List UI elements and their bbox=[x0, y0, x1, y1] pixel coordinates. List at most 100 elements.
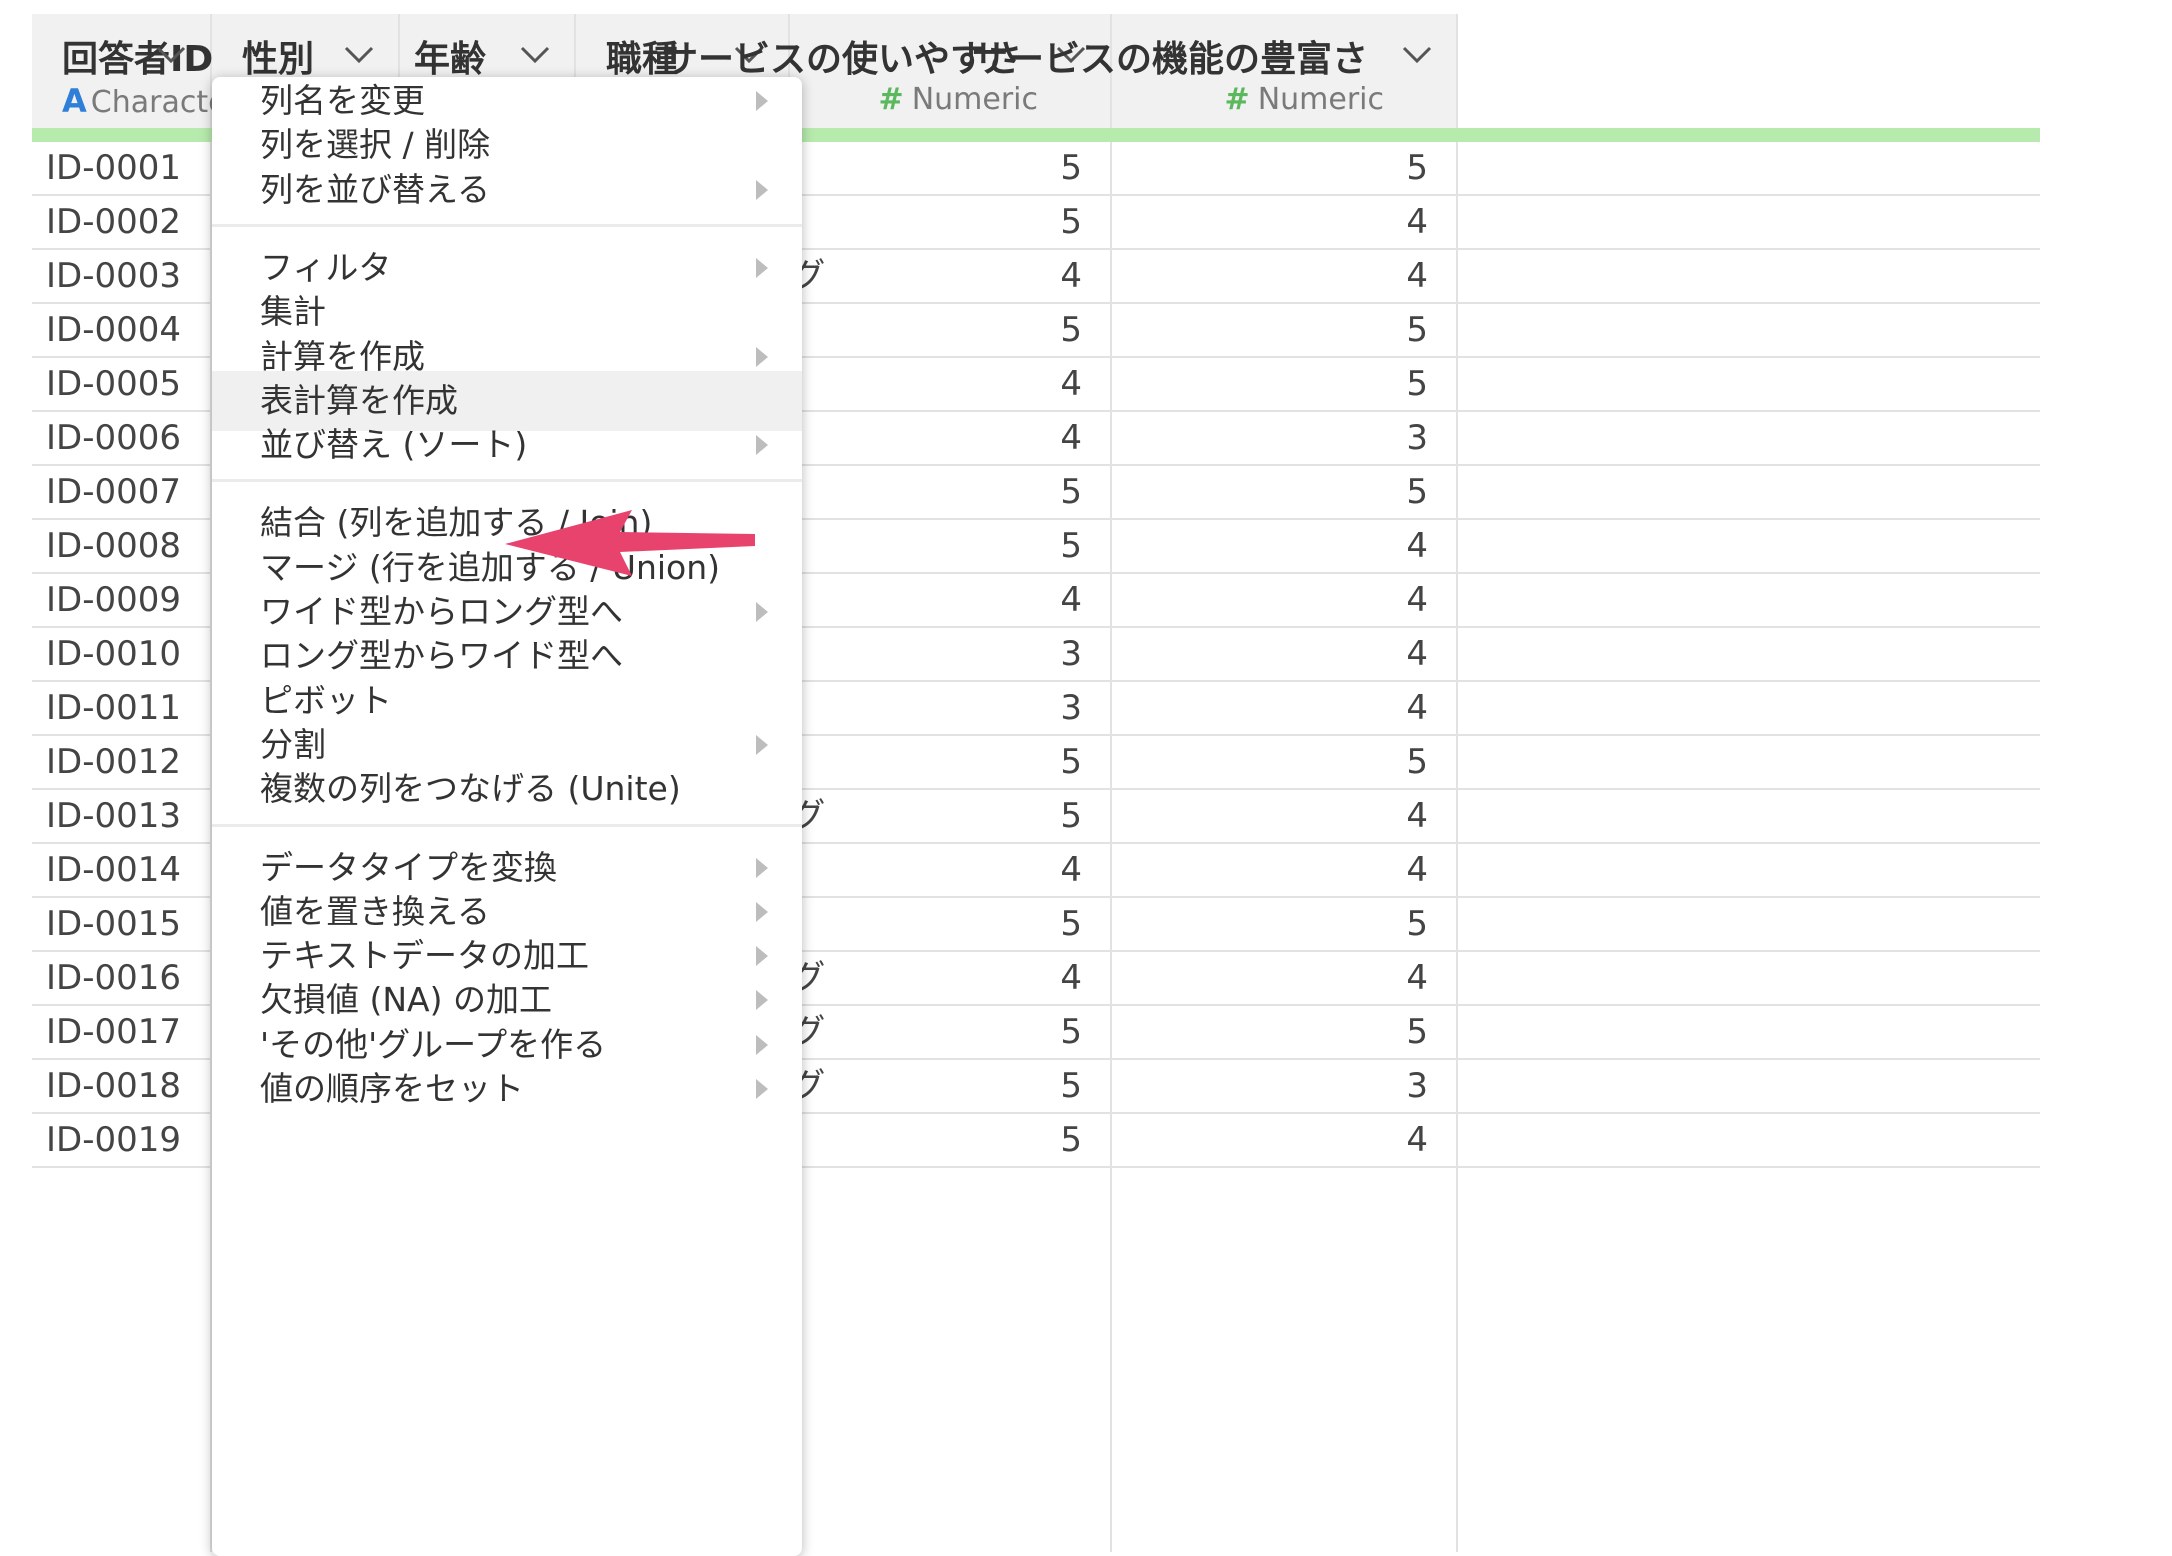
cell-respondent-id[interactable]: ID-0008 bbox=[46, 526, 181, 566]
cell-usability[interactable]: 4 bbox=[790, 958, 1082, 998]
cell-usability[interactable]: 5 bbox=[790, 904, 1082, 944]
menu-item-label: 列を並び替える bbox=[260, 169, 491, 209]
cell-respondent-id[interactable]: ID-0018 bbox=[46, 1066, 181, 1106]
cell-features[interactable]: 4 bbox=[1112, 202, 1428, 242]
column-name: 回答者ID bbox=[62, 39, 214, 80]
cell-features[interactable]: 4 bbox=[1112, 1120, 1428, 1160]
column-context-menu: 列名を変更 列を選択 / 削除 列を並び替える フィルタ 集計 計算を作成 表計算を作成 並び… bbox=[212, 77, 802, 1556]
caret-right-icon bbox=[756, 435, 768, 456]
caret-right-icon bbox=[756, 91, 768, 111]
chevron-down-icon[interactable] bbox=[518, 42, 552, 66]
chevron-down-icon[interactable] bbox=[154, 42, 188, 66]
menu-separator bbox=[212, 479, 802, 483]
cell-respondent-id[interactable]: ID-0011 bbox=[46, 688, 181, 728]
cell-usability[interactable]: 5 bbox=[790, 310, 1082, 350]
cell-usability[interactable]: 4 bbox=[790, 256, 1082, 296]
cell-features[interactable]: 5 bbox=[1112, 472, 1428, 512]
numeric-type-icon: # bbox=[878, 82, 904, 117]
cell-usability[interactable]: 5 bbox=[790, 796, 1082, 836]
menu-item-label: 値の順序をセット bbox=[260, 1069, 524, 1108]
cell-usability[interactable]: 5 bbox=[790, 1120, 1082, 1160]
cell-usability[interactable]: 5 bbox=[790, 148, 1082, 188]
cell-features[interactable]: 4 bbox=[1112, 958, 1428, 998]
column-name: サービスの使いやすさ bbox=[661, 39, 1022, 80]
caret-right-icon bbox=[756, 257, 768, 278]
cell-features[interactable]: 4 bbox=[1112, 796, 1428, 836]
cell-respondent-id[interactable]: ID-0002 bbox=[46, 202, 181, 242]
column-header[interactable]: 回答者ID A Characte bbox=[32, 14, 227, 128]
cell-usability[interactable]: 3 bbox=[790, 634, 1082, 674]
menu-item-label: 複数の列をつなげる (Unite) bbox=[260, 769, 681, 809]
menu-item-label: 並び替え (ソート) bbox=[260, 425, 528, 465]
cell-respondent-id[interactable]: ID-0007 bbox=[46, 472, 181, 512]
cell-usability[interactable]: 5 bbox=[790, 1066, 1082, 1106]
chevron-down-icon[interactable] bbox=[1400, 42, 1434, 66]
cell-respondent-id[interactable]: ID-0003 bbox=[46, 256, 181, 296]
cell-usability[interactable]: 4 bbox=[790, 850, 1082, 890]
column-name: 性別 bbox=[242, 39, 315, 80]
cell-usability[interactable]: 5 bbox=[790, 526, 1082, 566]
cell-features[interactable]: 5 bbox=[1112, 904, 1428, 944]
column-type-label: # Numeric bbox=[1225, 82, 1384, 117]
cell-respondent-id[interactable]: ID-0005 bbox=[46, 364, 181, 404]
column-type-name: Numeric bbox=[911, 82, 1038, 117]
cell-features[interactable]: 4 bbox=[1112, 580, 1428, 620]
cell-features[interactable]: 4 bbox=[1112, 256, 1428, 296]
cell-usability[interactable]: 5 bbox=[790, 202, 1082, 242]
cell-features[interactable]: 5 bbox=[1112, 742, 1428, 782]
cell-respondent-id[interactable]: ID-0006 bbox=[46, 418, 181, 458]
menu-item[interactable]: 列を並び替える bbox=[212, 160, 802, 220]
column-type-label: # Numeric bbox=[879, 82, 1038, 117]
column-type-label: A Characte bbox=[62, 82, 227, 120]
cell-features[interactable]: 5 bbox=[1112, 1012, 1428, 1052]
cell-features[interactable]: 3 bbox=[1112, 418, 1428, 458]
menu-item[interactable]: 値の順序をセット bbox=[212, 1059, 802, 1119]
arrow-pointing-left-icon bbox=[505, 510, 755, 576]
cell-respondent-id[interactable]: ID-0019 bbox=[46, 1120, 181, 1160]
column-name: サービスの機能の豊富さ bbox=[971, 39, 1368, 80]
menu-item[interactable]: 複数の列をつなげる (Unite) bbox=[212, 759, 802, 819]
column-name: 年齢 bbox=[413, 39, 486, 80]
menu-item[interactable]: 並び替え (ソート) bbox=[212, 415, 802, 475]
cell-respondent-id[interactable]: ID-0012 bbox=[46, 742, 181, 782]
caret-right-icon bbox=[756, 857, 768, 878]
column-divider bbox=[1456, 142, 1458, 1552]
caret-right-icon bbox=[756, 1079, 768, 1099]
caret-right-icon bbox=[756, 990, 768, 1011]
cell-features[interactable]: 4 bbox=[1112, 850, 1428, 890]
cell-usability[interactable]: 5 bbox=[790, 472, 1082, 512]
column-type-name: Characte bbox=[90, 85, 227, 120]
cell-usability[interactable]: 4 bbox=[790, 364, 1082, 404]
column-type-name: Numeric bbox=[1257, 82, 1384, 117]
cell-respondent-id[interactable]: ID-0014 bbox=[46, 850, 181, 890]
cell-respondent-id[interactable]: ID-0017 bbox=[46, 1012, 181, 1052]
caret-right-icon bbox=[756, 901, 768, 922]
cell-usability[interactable]: 4 bbox=[790, 580, 1082, 620]
caret-right-icon bbox=[756, 946, 768, 967]
cell-features[interactable]: 4 bbox=[1112, 688, 1428, 728]
chevron-down-icon[interactable] bbox=[342, 42, 376, 66]
cell-respondent-id[interactable]: ID-0015 bbox=[46, 904, 181, 944]
column-header[interactable]: サービスの機能の豊富さ # Numeric bbox=[972, 14, 1458, 128]
cell-features[interactable]: 3 bbox=[1112, 1066, 1428, 1106]
cell-respondent-id[interactable]: ID-0016 bbox=[46, 958, 181, 998]
numeric-type-icon: # bbox=[1224, 82, 1250, 117]
cell-features[interactable]: 5 bbox=[1112, 310, 1428, 350]
menu-separator bbox=[212, 223, 802, 227]
cell-features[interactable]: 4 bbox=[1112, 526, 1428, 566]
cell-respondent-id[interactable]: ID-0010 bbox=[46, 634, 181, 674]
caret-right-icon bbox=[756, 602, 768, 622]
cell-features[interactable]: 5 bbox=[1112, 148, 1428, 188]
caret-right-icon bbox=[756, 179, 768, 200]
cell-respondent-id[interactable]: ID-0009 bbox=[46, 580, 181, 620]
cell-usability[interactable]: 5 bbox=[790, 742, 1082, 782]
cell-features[interactable]: 5 bbox=[1112, 364, 1428, 404]
cell-respondent-id[interactable]: ID-0013 bbox=[46, 796, 181, 836]
cell-usability[interactable]: 5 bbox=[790, 1012, 1082, 1052]
cell-respondent-id[interactable]: ID-0001 bbox=[46, 148, 181, 188]
cell-usability[interactable]: 4 bbox=[790, 418, 1082, 458]
menu-separator bbox=[212, 823, 802, 827]
cell-usability[interactable]: 3 bbox=[790, 688, 1082, 728]
cell-features[interactable]: 4 bbox=[1112, 634, 1428, 674]
cell-respondent-id[interactable]: ID-0004 bbox=[46, 310, 181, 350]
